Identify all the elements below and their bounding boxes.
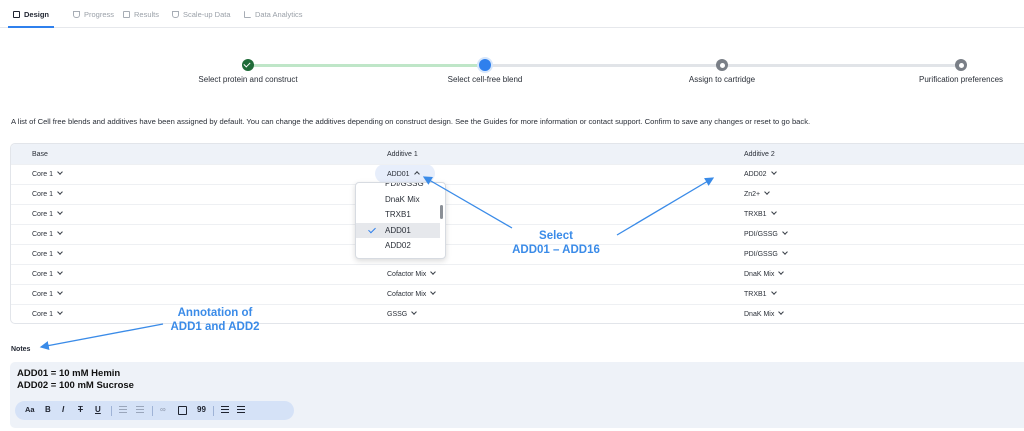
note-line[interactable]: ADD02 = 100 mM Sucrose <box>17 380 134 391</box>
quote-button[interactable]: 99 <box>197 405 206 414</box>
notes-editor[interactable]: ADD01 = 10 mM Hemin ADD02 = 100 mM Sucro… <box>10 362 1024 428</box>
annotation-select-additives: Select ADD01 – ADD16 <box>510 229 602 257</box>
annotation-line: ADD1 and ADD2 <box>170 321 260 333</box>
notes-label: Notes <box>11 346 31 353</box>
arrow-to-notes <box>39 323 164 351</box>
code-block-icon[interactable] <box>178 406 187 415</box>
arrow-to-additive-1 <box>422 176 513 229</box>
arrow-to-additive-2 <box>616 177 715 236</box>
formatting-toolbar: Aa B I T U ∞ 99 <box>15 401 294 420</box>
annotation-line: ADD01 – ADD16 <box>512 244 600 256</box>
bullet-list-icon[interactable] <box>119 406 127 415</box>
link-icon[interactable]: ∞ <box>160 405 166 414</box>
bold-button[interactable]: B <box>45 405 51 414</box>
annotation-line: Select <box>539 230 573 242</box>
note-line[interactable]: ADD01 = 10 mM Hemin <box>17 368 120 379</box>
toolbar-divider <box>213 406 214 416</box>
font-size-button[interactable]: Aa <box>25 405 35 414</box>
toolbar-divider <box>152 406 153 416</box>
underline-button[interactable]: U <box>95 405 101 414</box>
outdent-icon[interactable] <box>221 406 229 415</box>
italic-button[interactable]: I <box>62 405 64 414</box>
annotation-notes: Annotation of ADD1 and ADD2 <box>163 306 267 334</box>
indent-icon[interactable] <box>237 406 245 415</box>
strikethrough-button[interactable]: T <box>78 405 83 414</box>
toolbar-divider <box>111 406 112 416</box>
annotation-line: Annotation of <box>177 307 253 319</box>
numbered-list-icon[interactable] <box>136 406 144 415</box>
